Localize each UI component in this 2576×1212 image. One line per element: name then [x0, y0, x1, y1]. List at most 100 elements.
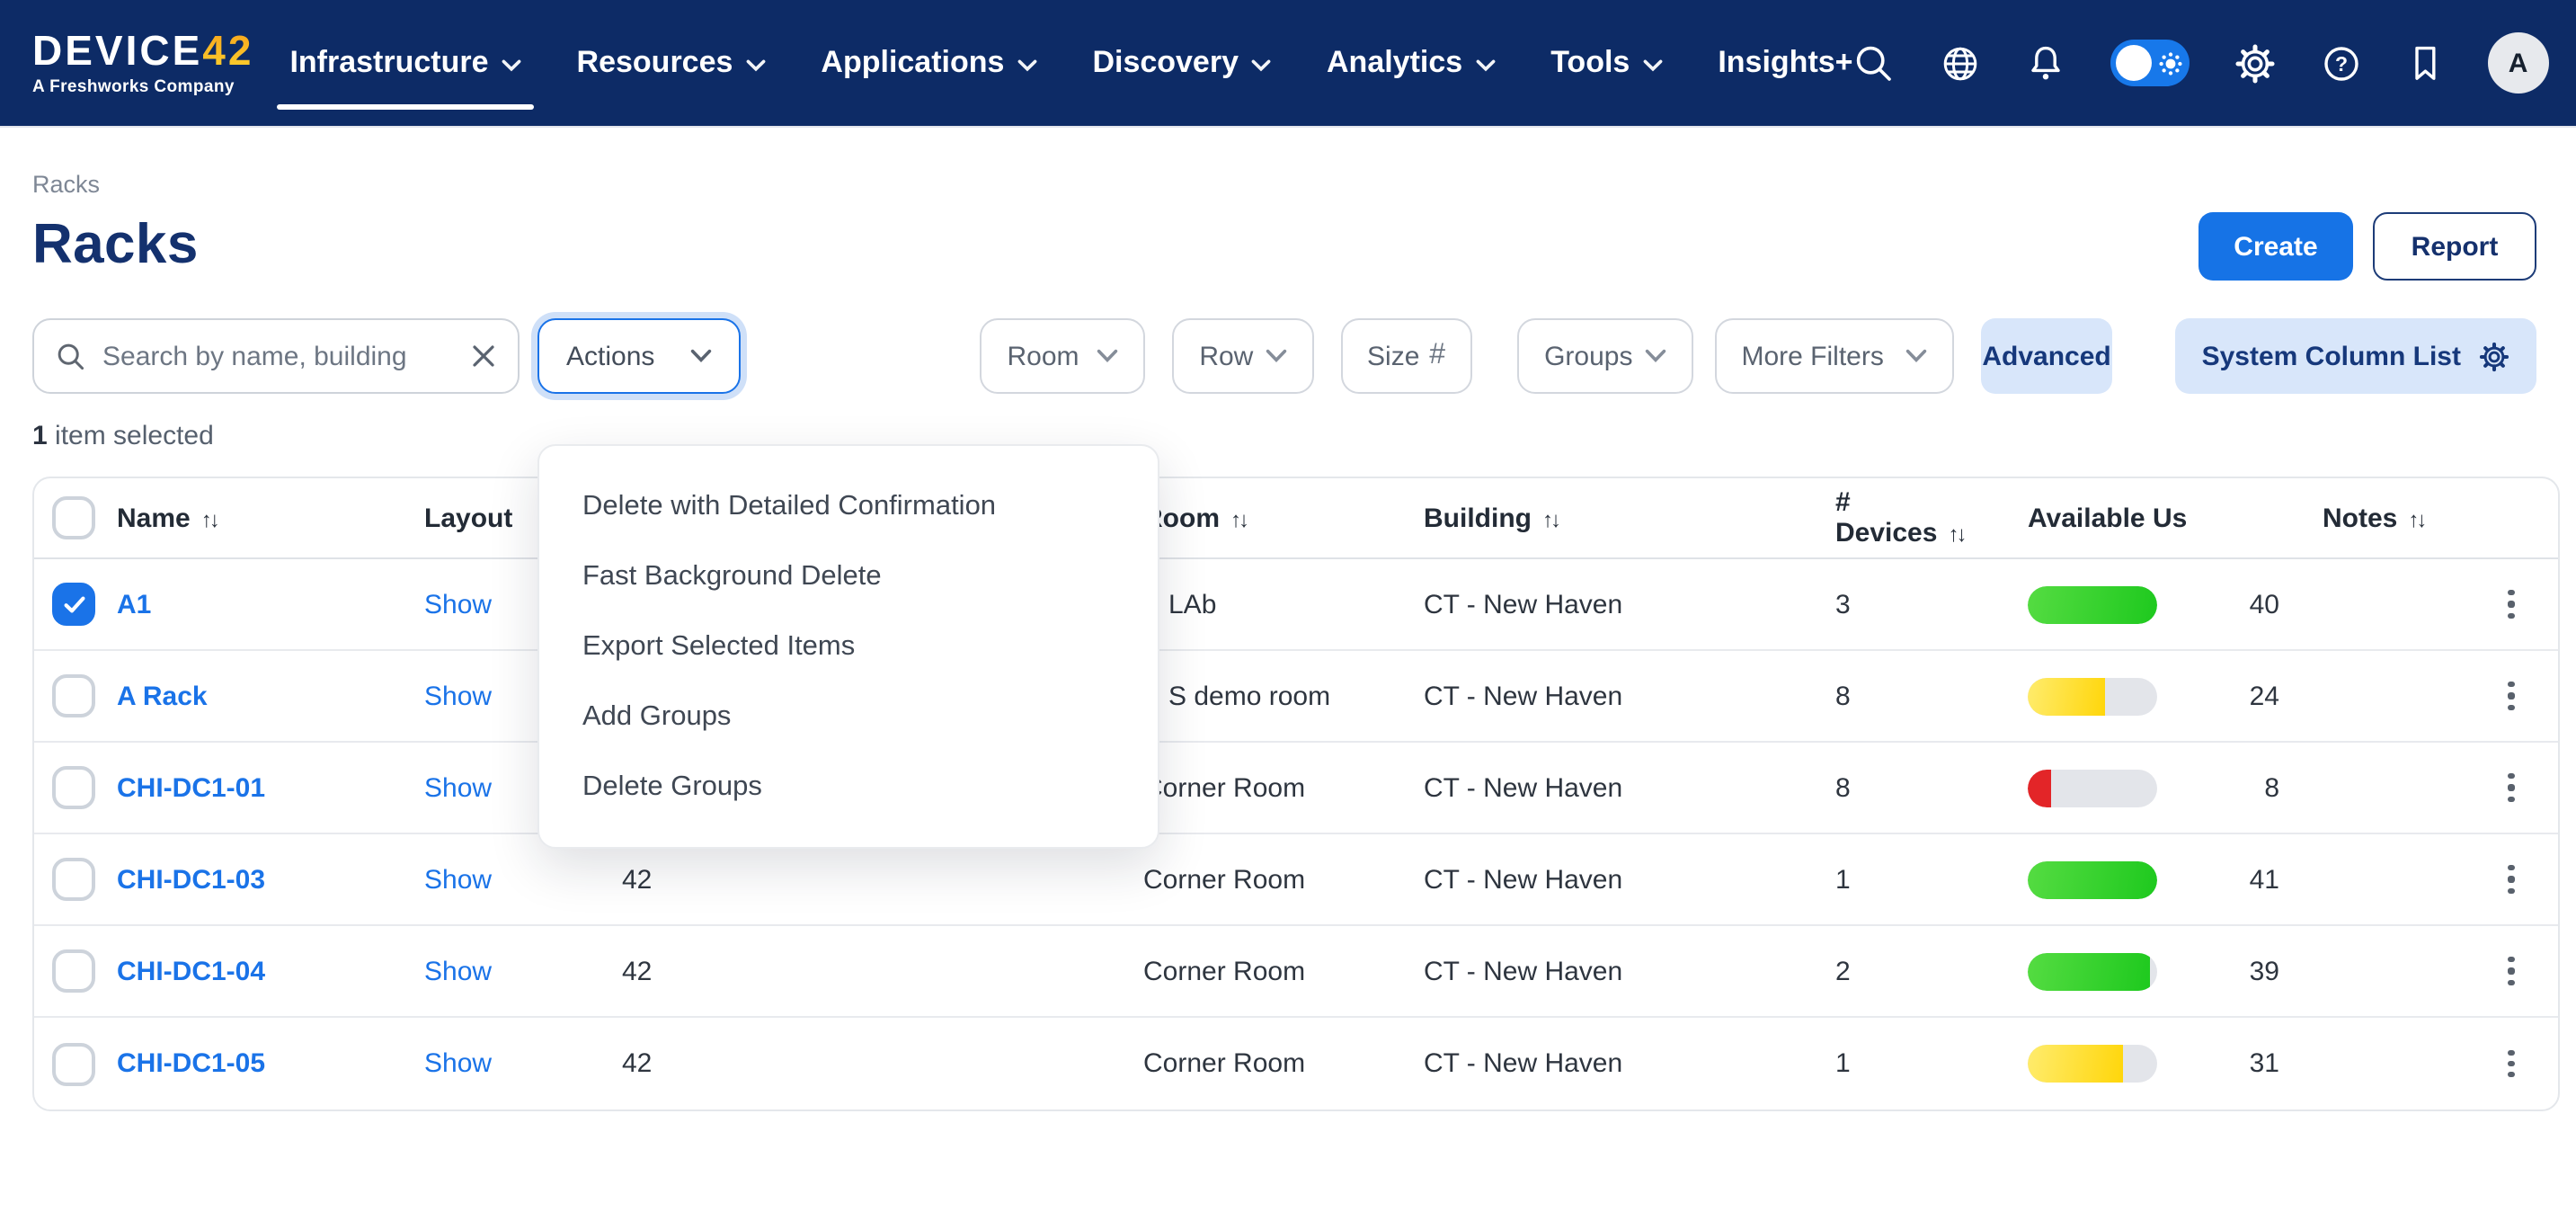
available-cell: 40	[1979, 585, 2299, 623]
breadcrumb[interactable]: Racks	[32, 171, 2536, 198]
user-avatar[interactable]: A	[2488, 32, 2549, 94]
available-cell: 31	[1979, 1045, 2299, 1083]
actions-menu-item[interactable]: Delete Groups	[539, 752, 1158, 822]
nav-discovery[interactable]: Discovery	[1092, 45, 1271, 81]
theme-toggle[interactable]	[2110, 40, 2190, 86]
nav-infrastructure[interactable]: Infrastructure	[289, 45, 520, 81]
rack-name-link[interactable]: CHI-DC1-05	[117, 1048, 265, 1079]
filter-room[interactable]: Room	[981, 318, 1146, 394]
sort-icon[interactable]: ↑↓	[1230, 506, 1247, 531]
layout-show-link[interactable]: Show	[424, 956, 492, 986]
help-icon[interactable]: ?	[2321, 42, 2362, 84]
rack-name-link[interactable]: CHI-DC1-04	[117, 956, 265, 986]
filter-groups[interactable]: Groups	[1517, 318, 1692, 394]
nav-resources[interactable]: Resources	[577, 45, 766, 81]
name-cell: CHI-DC1-03	[117, 864, 424, 895]
device42-logo[interactable]: DEVICE42 A Freshworks Company	[32, 30, 253, 96]
actions-dropdown-button[interactable]: Actions	[537, 318, 742, 394]
row-checkbox[interactable]	[52, 949, 95, 993]
capacity-bar	[2028, 1045, 2157, 1083]
row-checkbox[interactable]	[52, 1042, 95, 1085]
filter-size[interactable]: Size#	[1340, 318, 1472, 394]
actions-menu-item[interactable]: Delete with Detailed Confirmation	[539, 471, 1158, 541]
create-button[interactable]: Create	[2198, 212, 2353, 281]
rack-name-link[interactable]: CHI-DC1-03	[117, 864, 265, 895]
building-cell: CT - New Haven	[1424, 864, 1799, 895]
column-header[interactable]: Room↑↓	[1143, 503, 1424, 533]
room-cell: S demo room	[1143, 681, 1424, 711]
sort-icon[interactable]: ↑↓	[2408, 506, 2424, 531]
row-checkbox[interactable]	[52, 674, 95, 717]
actions-menu-item[interactable]: Export Selected Items	[539, 611, 1158, 682]
rack-name-link[interactable]: A1	[117, 589, 151, 619]
clear-search-icon[interactable]	[471, 343, 496, 369]
layout-show-link[interactable]: Show	[424, 1048, 492, 1079]
rack-name-link[interactable]: CHI-DC1-01	[117, 772, 265, 803]
sort-icon[interactable]: ↑↓	[1948, 521, 1964, 547]
nav-analytics[interactable]: Analytics	[1327, 45, 1495, 81]
row-menu-button[interactable]	[2488, 581, 2535, 628]
row-menu-button[interactable]	[2488, 673, 2535, 719]
chevron-down-icon	[1645, 349, 1666, 363]
row-actions-cell	[2461, 764, 2560, 811]
row-checkbox-cell	[34, 766, 117, 809]
filter-more-filters[interactable]: More Filters	[1715, 318, 1955, 394]
report-button[interactable]: Report	[2373, 212, 2536, 281]
nav-applications[interactable]: Applications	[821, 45, 1036, 81]
row-checkbox[interactable]	[52, 858, 95, 901]
column-header[interactable]: # Devices↑↓	[1799, 487, 1979, 548]
sort-icon[interactable]: ↑↓	[1542, 506, 1559, 531]
column-header[interactable]: Available Us	[1979, 503, 2299, 533]
room-cell: Corner Room	[1143, 1048, 1424, 1079]
advanced-button[interactable]: Advanced	[1982, 318, 2112, 394]
row-menu-button[interactable]	[2488, 856, 2535, 903]
filter-row[interactable]: Row	[1172, 318, 1313, 394]
chevron-down-icon	[1642, 58, 1662, 71]
row-menu-button[interactable]	[2488, 1040, 2535, 1087]
size-cell: 42	[622, 956, 1143, 986]
row-actions-cell	[2461, 581, 2560, 628]
notifications-bell-icon[interactable]	[2026, 42, 2065, 84]
actions-menu-item[interactable]: Add Groups	[539, 682, 1158, 752]
row-checkbox[interactable]	[52, 766, 95, 809]
row-checkbox-cell	[34, 674, 117, 717]
search-input[interactable]	[102, 341, 455, 371]
column-header[interactable]: Notes↑↓	[2299, 503, 2461, 533]
chevron-down-icon	[1251, 58, 1271, 71]
filter-label: Size	[1367, 341, 1419, 371]
available-value: 40	[2229, 589, 2279, 619]
rack-name-link[interactable]: A Rack	[117, 681, 208, 711]
available-value: 31	[2229, 1048, 2279, 1079]
sort-icon[interactable]: ↑↓	[201, 506, 218, 531]
layout-show-link[interactable]: Show	[424, 864, 492, 895]
table-row: A1ShowLAbCT - New Haven340	[34, 559, 2558, 651]
search-icon[interactable]	[1853, 42, 1895, 84]
system-column-list-button[interactable]: System Column List	[2175, 318, 2536, 394]
layout-show-link[interactable]: Show	[424, 681, 492, 711]
main-nav: Infrastructure Resources Applications Di…	[289, 45, 1852, 81]
table-row: CHI-DC1-03Show42Corner RoomCT - New Have…	[34, 834, 2558, 926]
gear-icon[interactable]	[2234, 42, 2276, 84]
column-header-label: Available Us	[2028, 503, 2187, 533]
system-column-label: System Column List	[2202, 341, 2461, 371]
nav-insights[interactable]: Insights+	[1718, 45, 1852, 81]
layout-show-link[interactable]: Show	[424, 772, 492, 803]
room-value: Corner Room	[1143, 864, 1305, 895]
room-cell: Corner Room	[1143, 772, 1424, 803]
toolbar: Actions Room Row Size# Groups More Filte…	[32, 318, 2536, 394]
name-cell: CHI-DC1-04	[117, 956, 424, 986]
racks-page: DEVICE42 A Freshworks Company Infrastruc…	[0, 0, 2576, 1212]
actions-menu-item[interactable]: Fast Background Delete	[539, 541, 1158, 611]
select-all-checkbox[interactable]	[52, 496, 95, 539]
column-header[interactable]: Building↑↓	[1424, 503, 1799, 533]
bookmark-icon[interactable]	[2407, 42, 2443, 84]
row-menu-button[interactable]	[2488, 764, 2535, 811]
globe-icon[interactable]	[1940, 42, 1981, 84]
row-checkbox[interactable]	[52, 583, 95, 626]
building-cell: CT - New Haven	[1424, 589, 1799, 619]
row-actions-cell	[2461, 856, 2560, 903]
column-header[interactable]: Name↑↓	[117, 503, 424, 533]
layout-show-link[interactable]: Show	[424, 589, 492, 619]
nav-tools[interactable]: Tools	[1550, 45, 1662, 81]
row-menu-button[interactable]	[2488, 948, 2535, 994]
